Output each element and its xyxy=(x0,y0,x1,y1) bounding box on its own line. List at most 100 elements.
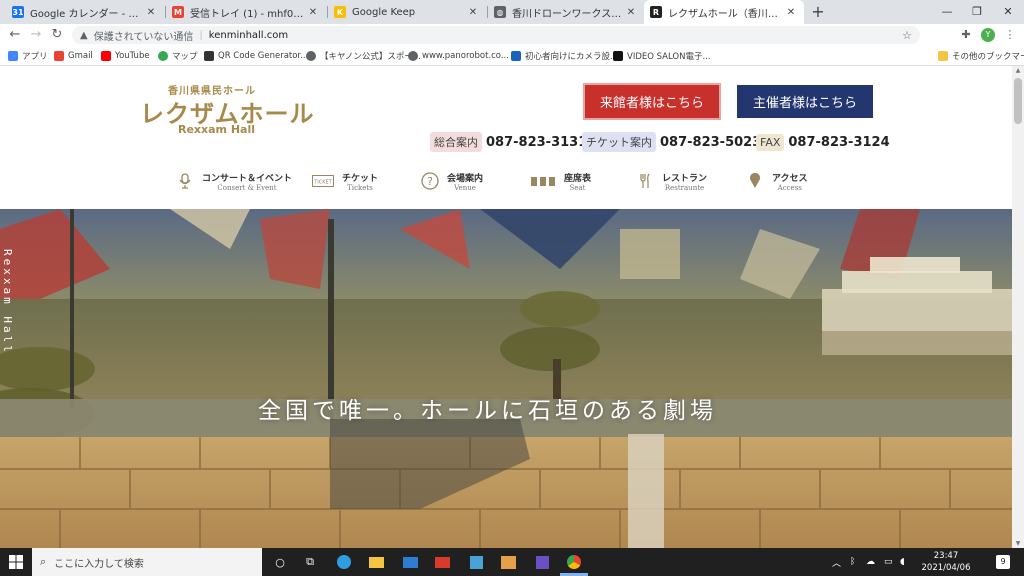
cortana-icon[interactable]: ○ xyxy=(270,552,290,572)
tab-title: 香川ドローンワークス | 香川県のドロ xyxy=(512,8,624,20)
phone-number[interactable]: 087-823-3124 xyxy=(788,135,889,150)
bookmark-label: Gmail xyxy=(68,51,93,61)
phone-fax[interactable]: FAX 087-823-3124 xyxy=(756,132,890,152)
scroll-down-icon[interactable]: ▼ xyxy=(1012,540,1024,547)
logo-name-en[interactable]: Rexxam Hall xyxy=(178,123,255,136)
bookmark-gmail[interactable]: Gmail xyxy=(54,48,93,64)
tray-network-icon[interactable]: ▭ xyxy=(884,548,893,576)
tab-title: Google Keep xyxy=(352,6,416,18)
file-explorer-icon[interactable] xyxy=(366,552,386,572)
bookmark-youtube[interactable]: YouTube xyxy=(101,48,150,64)
bookmark-camera[interactable]: 初心者向けにカメラ設... xyxy=(511,48,618,64)
phone-general[interactable]: 総合案内 087-823-3131 xyxy=(430,132,587,152)
nav-access[interactable]: アクセス Access xyxy=(746,170,808,192)
hero-vertical-label: Rexxam Hall xyxy=(1,249,14,355)
reload-icon[interactable]: ↻ xyxy=(48,26,66,44)
scrollbar[interactable]: ▲ ▼ xyxy=(1012,66,1024,548)
svg-text:?: ? xyxy=(427,175,433,188)
address-bar[interactable]: ▲ 保護されていない通信 | kenminhall.com ☆ xyxy=(72,26,920,44)
warning-icon[interactable]: ▲ xyxy=(80,30,88,41)
tab-kagawa-drone[interactable]: ◍ 香川ドローンワークス | 香川県のドロ ✕ xyxy=(488,0,644,24)
clock-date: 2021/04/06 xyxy=(921,563,971,573)
nav-label-ja: 座席表 xyxy=(564,173,592,184)
bookmark-maps[interactable]: マップ xyxy=(158,48,198,64)
phone-tag: チケット案内 xyxy=(582,132,656,152)
nav-label-en: Seat xyxy=(569,183,586,192)
chrome-icon[interactable] xyxy=(564,552,584,572)
minimize-icon[interactable]: — xyxy=(932,0,962,24)
bookmark-qr-code[interactable]: QR Code Generator... xyxy=(204,48,308,64)
tray-chevron-icon[interactable]: ︿ xyxy=(832,548,841,576)
nav-label-en: Access xyxy=(777,183,802,192)
tray-cloud-icon[interactable]: ☁ xyxy=(866,548,875,576)
nav-concert-event[interactable]: コンサート＆イベント Consert & Event xyxy=(176,170,292,192)
organizer-button[interactable]: 主催者様はこちら xyxy=(737,85,873,118)
visitor-button[interactable]: 来館者様はこちら xyxy=(583,83,721,120)
close-window-icon[interactable]: ✕ xyxy=(993,0,1023,24)
back-arrow-icon[interactable]: ← xyxy=(6,26,24,44)
globe-icon: ◍ xyxy=(494,6,506,18)
app-red-icon[interactable] xyxy=(432,552,452,572)
tab-google-calendar[interactable]: 31 Google カレンダー - 2021年 4月 ✕ xyxy=(6,0,164,24)
windows-start-icon[interactable] xyxy=(0,548,32,576)
edge-icon[interactable] xyxy=(334,552,354,572)
nav-tickets[interactable]: TICKET チケット Tickets xyxy=(312,170,378,192)
tray-volume-icon[interactable]: ◖ xyxy=(900,548,905,576)
maps-icon xyxy=(158,51,168,61)
task-view-icon[interactable]: ⧉ xyxy=(300,552,320,572)
avatar[interactable]: Y xyxy=(981,28,995,42)
phone-ticket[interactable]: チケット案内 087-823-5023 xyxy=(582,132,761,152)
question-icon: ? xyxy=(421,172,439,190)
seat-icon xyxy=(530,172,556,190)
nav-restaurant[interactable]: レストラン Restraunte xyxy=(636,170,707,192)
taskbar-clock[interactable]: 23:47 2021/04/06 xyxy=(920,550,972,574)
taskbar-search[interactable]: ⌕ ここに入力して検索 xyxy=(32,548,262,576)
close-icon[interactable]: ✕ xyxy=(624,7,638,18)
app-orange-icon[interactable] xyxy=(498,552,518,572)
cutlery-icon xyxy=(636,172,654,190)
search-placeholder: ここに入力して検索 xyxy=(54,558,144,570)
phone-number[interactable]: 087-823-3131 xyxy=(486,135,587,150)
rexxam-icon: R xyxy=(650,6,662,18)
nav-seat[interactable]: 座席表 Seat xyxy=(530,170,591,192)
new-tab-button[interactable]: + xyxy=(808,2,828,22)
bookmark-video-salon[interactable]: VIDEO SALON電子... xyxy=(613,48,711,64)
nav-label-ja: 会場案内 xyxy=(447,173,484,184)
close-icon[interactable]: ✕ xyxy=(306,7,320,18)
tray-bluetooth-icon[interactable]: ᛒ xyxy=(850,548,855,576)
close-icon[interactable]: ✕ xyxy=(466,7,480,18)
other-bookmarks[interactable]: その他のブックマーク xyxy=(938,48,1024,64)
tab-google-keep[interactable]: K Google Keep ✕ xyxy=(328,0,486,24)
scroll-up-icon[interactable]: ▲ xyxy=(1012,67,1024,74)
close-icon[interactable]: ✕ xyxy=(144,7,158,18)
maximize-icon[interactable]: ❐ xyxy=(962,0,992,24)
star-icon[interactable]: ☆ xyxy=(902,29,912,42)
bookmark-canon[interactable]: 【キヤノン公式】スポー... xyxy=(306,48,421,64)
app-blue-icon[interactable] xyxy=(466,552,486,572)
gmail-icon xyxy=(54,51,64,61)
tab-gmail[interactable]: M 受信トレイ (1) - mhf00556@gmail.c ✕ xyxy=(166,0,326,24)
nav-venue[interactable]: ? 会場案内 Venue xyxy=(421,170,483,192)
phone-number[interactable]: 087-823-5023 xyxy=(660,135,761,150)
bookmark-apps[interactable]: アプリ xyxy=(8,48,48,64)
close-icon[interactable]: ✕ xyxy=(784,7,798,18)
bookmark-label: QR Code Generator... xyxy=(218,51,309,61)
url-text[interactable]: kenminhall.com xyxy=(209,30,288,41)
camera-icon xyxy=(511,51,521,61)
notification-badge[interactable]: 9 xyxy=(996,555,1010,569)
gmail-icon: M xyxy=(172,6,184,18)
extensions-icon[interactable]: ✚ xyxy=(958,27,974,43)
menu-kebab-icon[interactable]: ⋮ xyxy=(1002,27,1018,43)
map-pin-icon xyxy=(746,172,764,190)
bookmark-panorobot[interactable]: www.panorobot.co... xyxy=(408,48,509,64)
mail-icon[interactable] xyxy=(400,552,420,572)
phone-tag: FAX xyxy=(756,133,785,151)
nav-label-ja: コンサート＆イベント xyxy=(202,173,293,184)
globe-icon xyxy=(306,51,316,61)
tab-rexxam-hall[interactable]: R レクザムホール（香川県県民ホール） ✕ xyxy=(644,0,804,24)
scrollbar-thumb[interactable] xyxy=(1014,78,1022,124)
insecure-label[interactable]: 保護されていない通信 xyxy=(94,28,194,43)
webpage: 香川県県民ホール レクザムホール Rexxam Hall 来館者様はこちら 主催… xyxy=(0,66,1012,548)
forward-arrow-icon[interactable]: → xyxy=(27,26,45,44)
app-purple-icon[interactable] xyxy=(532,552,552,572)
